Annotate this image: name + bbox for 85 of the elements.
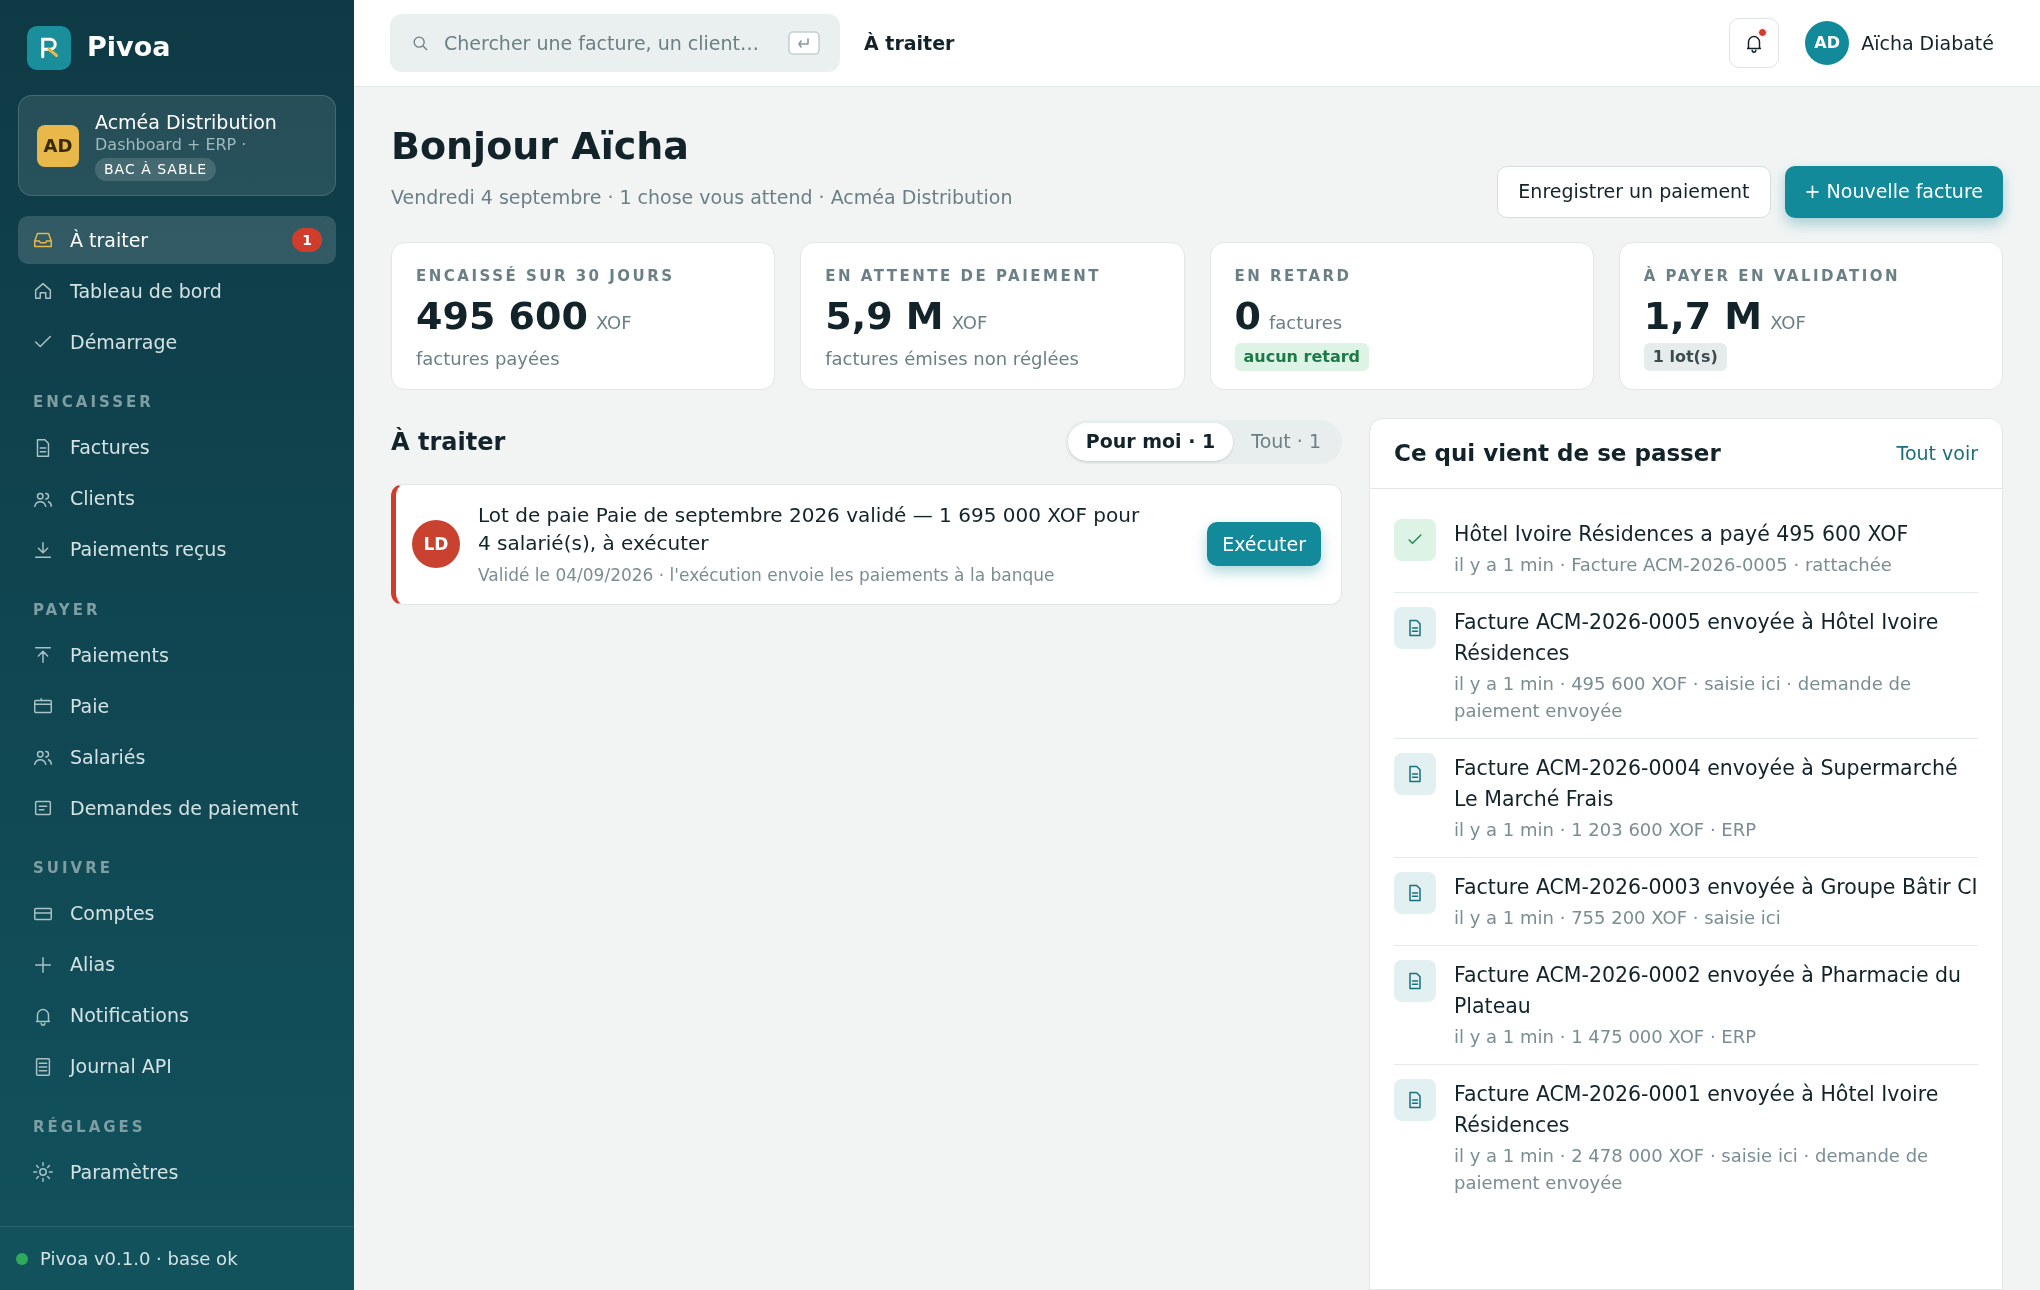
nav-item[interactable]: Paiements [18, 631, 336, 679]
nav-item[interactable]: Démarrage [18, 318, 336, 366]
kpi-label: EN RETARD [1234, 265, 1352, 287]
notifications-button[interactable] [1729, 18, 1780, 68]
kpi-value: 1,7 M [1643, 293, 1763, 339]
organization-card[interactable]: AD Acméa Distribution Dashboard + ERP · BAC À SABLE [18, 95, 336, 196]
nav-item[interactable]: Paramètres [18, 1148, 336, 1196]
kpi-unit: factures [1268, 311, 1343, 335]
environment-tag: BAC À SABLE [95, 158, 217, 181]
logo-icon [27, 25, 71, 70]
new-invoice-button[interactable]: + Nouvelle facture [1784, 165, 2003, 218]
invoice-event-icon [1394, 1078, 1436, 1121]
kpi-tag: 1 lot(s) [1643, 343, 1727, 371]
execute-button[interactable]: Exécuter [1207, 522, 1321, 567]
upload-icon [32, 644, 54, 666]
greeting-subtitle: Vendredi 4 septembre · 1 chose vous attend · Acméa Distribution [391, 185, 1013, 210]
section-heading: SUIVRE [32, 858, 114, 879]
kpi-value: 0 [1234, 293, 1261, 339]
user-avatar[interactable]: AD [1805, 21, 1850, 65]
event-title: Facture ACM-2026-0005 envoyée à Hôtel Ivoire Résidences [1454, 608, 1940, 667]
organization-avatar: AD [37, 124, 79, 167]
event-title: Hôtel Ivoire Résidences a payé 495 600 XOF [1454, 520, 1910, 548]
task-title: Lot de paie Paie de septembre 2026 validé — 1 695 000 XOF pour 4 salarié(s), à exécuter [478, 501, 1141, 557]
organization-name: Acméa Distribution [95, 110, 277, 134]
nav-item[interactable]: Comptes [18, 889, 336, 938]
greeting-title: Bonjour Aïcha [391, 123, 690, 169]
record-payment-button[interactable]: Enregistrer un paiement [1497, 165, 1771, 218]
page-title: À traiter [864, 30, 955, 56]
section-title: À traiter [391, 426, 506, 458]
event-meta: il y a 1 min · 2 478 000 XOF · saisie ici · demande de paiement envoyée [1454, 1143, 1930, 1195]
see-all-link[interactable]: Tout voir [1896, 438, 1978, 468]
event-meta: il y a 1 min · 755 200 XOF · saisie ici [1454, 905, 1782, 930]
event-meta: il y a 1 min · 495 600 XOF · saisie ici · demande de paiement envoyée [1454, 671, 1912, 723]
event-title: Facture ACM-2026-0002 envoyée à Pharmacie du Plateau [1454, 961, 1963, 1020]
nav-item[interactable]: Clients [18, 474, 336, 523]
kpi-unit: XOF [1770, 311, 1806, 335]
user-name: Aïcha Diabaté [1861, 30, 1994, 56]
invoice-event-icon [1394, 959, 1436, 1002]
event-meta: il y a 1 min · 1 475 000 XOF · ERP [1454, 1024, 1758, 1049]
invoice-event-icon [1394, 871, 1436, 914]
nav-item[interactable]: Notifications [18, 991, 336, 1040]
task-meta: Validé le 04/09/2026 · l'exécution envoie les paiements à la banque [478, 563, 1056, 587]
section-heading: RÉGLAGES [32, 1116, 147, 1138]
nav-item[interactable]: À traiter 1 [18, 216, 336, 264]
kpi-value: 5,9 M [825, 293, 944, 339]
invoice-event-icon [1394, 752, 1436, 795]
home-icon [32, 280, 54, 302]
nav-item[interactable]: Demandes de paiement [18, 784, 336, 832]
section-heading: PAYER [32, 599, 102, 621]
kpi-unit: XOF [951, 311, 988, 335]
nav-item[interactable]: Salariés [18, 733, 336, 781]
kpi-tag: aucun retard [1234, 343, 1370, 371]
kpi-label: À PAYER EN VALIDATION [1643, 265, 1901, 287]
kpi-label: ENCAISSÉ SUR 30 JOURS [416, 265, 675, 287]
kpi-note: factures payées [416, 347, 560, 371]
nav-item[interactable]: Tableau de bord [18, 267, 336, 315]
card-title: Ce qui vient de se passer [1394, 438, 1721, 468]
kpi-label: EN ATTENTE DE PAIEMENT [825, 265, 1101, 287]
event-meta: il y a 1 min · 1 203 600 XOF · ERP [1454, 817, 1758, 842]
filter-tab[interactable]: Tout · 1 [1233, 422, 1339, 461]
invoice-event-icon [1394, 606, 1436, 649]
search-input[interactable]: Chercher une facture, un client… [444, 28, 774, 58]
settings-icon [32, 1161, 54, 1183]
kpi-value: 495 600 [416, 293, 588, 339]
nav-item[interactable]: Journal API [18, 1042, 336, 1091]
count-badge: 1 [292, 228, 322, 252]
version-status: Pivoa v0.1.0 · base ok [40, 1247, 238, 1271]
brand-name: Pivoa [87, 30, 171, 65]
filter-tab[interactable]: Pour moi · 1 [1067, 422, 1234, 461]
kpi-note: factures émises non réglées [825, 347, 1079, 371]
enter-key-icon [788, 31, 820, 55]
nav-item[interactable]: Paiements reçus [18, 525, 336, 574]
nav-item[interactable]: Paie [18, 682, 336, 730]
assignee-avatar: LD [412, 520, 460, 569]
section-heading: ENCAISSER [32, 392, 155, 413]
payment-event-icon [1394, 518, 1436, 561]
organization-subtitle: Dashboard + ERP · [95, 134, 247, 156]
kpi-unit: XOF [595, 311, 632, 335]
event-meta: il y a 1 min · Facture ACM-2026-0005 · rattachée [1454, 552, 1893, 577]
nav-item[interactable]: Alias [18, 940, 336, 989]
search-bar[interactable]: Chercher une facture, un client… [390, 14, 840, 72]
event-title: Facture ACM-2026-0003 envoyée à Groupe Bâtir CI [1454, 873, 1978, 901]
event-title: Facture ACM-2026-0001 envoyée à Hôtel Ivoire Résidences [1454, 1080, 1940, 1139]
event-title: Facture ACM-2026-0004 envoyée à Supermarché Le Marché Frais [1454, 754, 1959, 813]
nav-item[interactable]: Factures [18, 423, 336, 472]
